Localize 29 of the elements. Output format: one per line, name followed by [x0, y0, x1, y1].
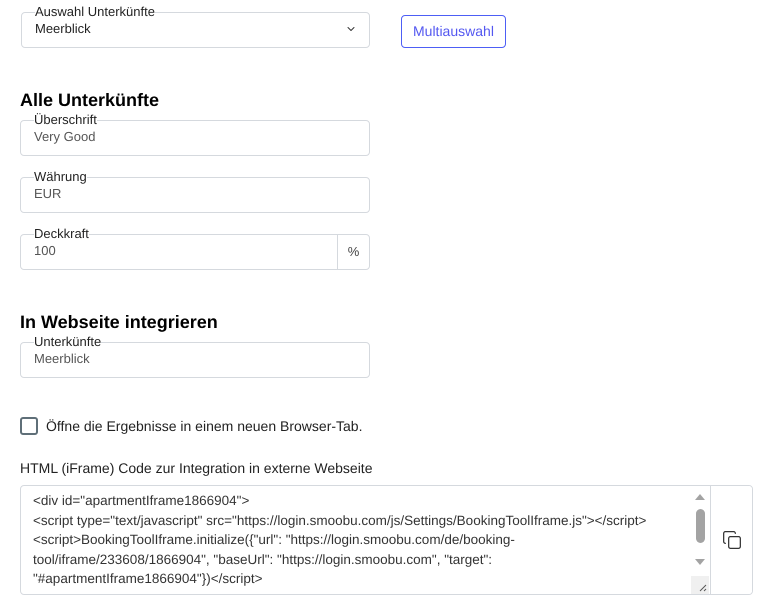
section-heading: In Webseite integrieren — [20, 311, 218, 334]
text-field[interactable]: Währung EUR — [20, 170, 370, 213]
scroll-down-arrow-icon[interactable] — [695, 559, 705, 565]
text-input[interactable]: Very Good — [34, 129, 356, 145]
checkbox-label: Öffne die Ergebnisse in einem neuen Browser-Tab. — [46, 417, 362, 436]
number-field[interactable]: Deckkraft 100 % — [20, 227, 370, 270]
text-field[interactable]: Überschrift Very Good — [20, 113, 370, 156]
field-label: Unterkünfte — [34, 335, 102, 349]
scrollbar-thumb[interactable] — [696, 509, 704, 543]
copy-icon — [722, 530, 742, 550]
section-heading: Alle Unterkünfte — [20, 89, 160, 112]
text-input[interactable]: EUR — [34, 186, 356, 202]
unit-addon: % — [337, 234, 369, 269]
scroll-up-arrow-icon[interactable] — [695, 494, 705, 500]
checkbox[interactable] — [20, 417, 38, 435]
field-label: Auswahl Unterkünfte — [35, 5, 155, 19]
field-label: Überschrift — [34, 113, 97, 127]
text-input[interactable]: Meerblick — [34, 351, 356, 367]
resize-grip-icon[interactable] — [691, 576, 709, 594]
field-label: Währung — [34, 170, 87, 184]
code-textarea[interactable]: <div id="apartmentIframe1866904"> <script type="text/javascript" src="https://login.smoobu.com/js/Settings/BookingToolIframe.js"></script> <script>BookingToolIframe.initialize({"url": "https://login.smoobu.com/de/booking-tool/iframe/233608/1866904", "baseUrl": "https://login.smoobu.com", "target": "#apartmentIframe1866904"})</script> — [33, 491, 662, 588]
dropdown-select[interactable]: Auswahl Unterkünfte Meerblick — [21, 5, 370, 48]
selected-value: Meerblick — [35, 21, 91, 37]
field-label: Deckkraft — [34, 227, 89, 241]
code-label: HTML (iFrame) Code zur Integration in externe Webseite — [20, 459, 372, 478]
multi-select-button[interactable]: Multiauswahl — [401, 15, 506, 48]
number-input[interactable]: 100 — [34, 243, 333, 259]
copy-button[interactable] — [710, 486, 752, 594]
text-field[interactable]: Unterkünfte Meerblick — [20, 335, 370, 378]
